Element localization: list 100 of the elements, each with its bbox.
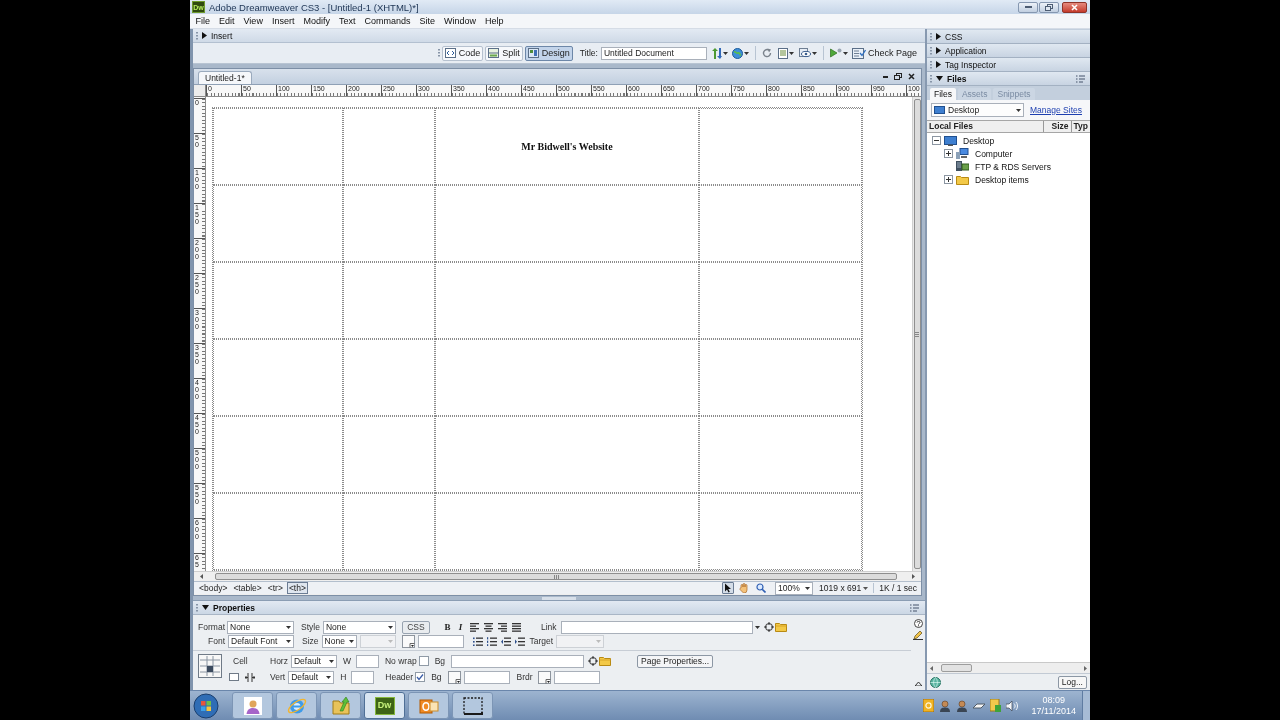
background-color-field[interactable] — [463, 670, 510, 684]
pencil-icon[interactable] — [913, 630, 923, 640]
scrollbar-thumb[interactable] — [215, 573, 897, 580]
outdent-icon[interactable] — [500, 636, 511, 646]
tag-selector-item[interactable]: <body> — [197, 582, 230, 594]
height-field[interactable] — [351, 670, 375, 684]
align-center-icon[interactable] — [483, 622, 493, 632]
toolbar-button[interactable] — [710, 47, 728, 59]
font-dropdown[interactable]: Default Font — [228, 634, 294, 648]
border-color-field[interactable] — [553, 670, 600, 684]
right-triangle-icon[interactable] — [936, 61, 941, 68]
toolbar-button[interactable] — [731, 47, 749, 59]
window-size-dropdown[interactable]: 1019 x 691 — [819, 583, 869, 593]
taskbar-button[interactable] — [452, 692, 493, 719]
square-badge-icon[interactable] — [922, 699, 934, 712]
menu-item[interactable]: Site — [414, 15, 440, 27]
right-triangle-icon[interactable] — [936, 47, 941, 54]
toolbar-button[interactable] — [798, 48, 817, 58]
column-header[interactable]: Size — [1043, 121, 1072, 132]
tag-selector-item[interactable]: <table> — [231, 582, 264, 594]
start-orb-icon[interactable] — [193, 692, 219, 719]
plus-box-icon[interactable] — [944, 149, 953, 158]
toolbar-button[interactable] — [829, 48, 848, 58]
zoom-dropdown[interactable]: 100% — [775, 581, 814, 595]
link-field[interactable] — [560, 620, 753, 634]
maximize-button[interactable] — [1039, 1, 1059, 13]
view-button[interactable]: Split — [485, 45, 523, 61]
menu-item[interactable]: Window — [439, 15, 481, 27]
bulleted-list-icon[interactable] — [472, 636, 483, 646]
up-triangle-icon[interactable] — [914, 682, 922, 686]
minimize-icon[interactable] — [883, 75, 888, 78]
tree-item-label[interactable]: Desktop — [963, 135, 995, 146]
align-right-icon[interactable] — [497, 622, 507, 632]
parallelogram-icon[interactable] — [972, 701, 985, 710]
panel-group-title[interactable]: Tag Inspector — [945, 59, 997, 70]
panel-group-title[interactable]: Application — [945, 45, 987, 56]
down-triangle-icon[interactable] — [936, 76, 943, 81]
speaker-icon[interactable] — [1005, 700, 1018, 711]
horizontal-align-dropdown[interactable]: Default — [290, 654, 337, 668]
manage-sites-link[interactable]: Manage Sites — [1030, 103, 1082, 117]
tool-button[interactable] — [722, 582, 735, 594]
menu-item[interactable]: Modify — [298, 15, 335, 27]
view-button[interactable]: Design — [524, 45, 573, 61]
color-swatch-icon[interactable] — [537, 670, 551, 684]
document-tab[interactable]: Untitled-1* — [198, 71, 252, 84]
check-page-button[interactable]: Check Page — [851, 47, 917, 59]
panel-tab[interactable]: Files — [930, 88, 956, 100]
menu-item[interactable]: Text — [334, 15, 360, 27]
color-field[interactable] — [417, 634, 464, 648]
format-dropdown[interactable]: None — [227, 620, 294, 634]
panel-group-title[interactable]: CSS — [945, 31, 963, 42]
right-arrow-icon[interactable] — [1084, 665, 1087, 671]
color-swatch-icon[interactable] — [401, 634, 415, 648]
size-dropdown[interactable]: None — [321, 634, 357, 648]
crosshair-icon[interactable] — [763, 622, 774, 632]
plus-box-icon[interactable] — [944, 175, 953, 184]
tag-selector-item[interactable]: <th> — [286, 582, 308, 594]
italic-button[interactable]: I — [455, 622, 465, 632]
person-icon[interactable] — [938, 699, 951, 712]
menu-item[interactable]: Edit — [214, 15, 240, 27]
indent-icon[interactable] — [514, 636, 525, 646]
tree-item-label[interactable]: Desktop items — [975, 174, 1029, 185]
scrollbar-thumb[interactable] — [941, 664, 972, 672]
close-button[interactable] — [1062, 1, 1087, 13]
numbered-list-icon[interactable] — [486, 636, 497, 646]
checkbox[interactable] — [415, 672, 426, 682]
align-left-icon[interactable] — [469, 622, 479, 632]
width-field[interactable] — [356, 654, 379, 668]
tree-item-label[interactable]: Computer — [975, 148, 1013, 159]
style-dropdown[interactable]: None — [322, 620, 396, 634]
css-button[interactable]: CSS — [401, 620, 430, 634]
background-image-field[interactable] — [451, 654, 585, 668]
toolbar-button[interactable] — [761, 48, 772, 58]
color-swatch-icon[interactable] — [447, 670, 461, 684]
menu-item[interactable]: Insert — [267, 15, 299, 27]
left-arrow-icon[interactable] — [200, 574, 203, 579]
bold-button[interactable]: B — [442, 622, 452, 632]
person-icon[interactable] — [955, 699, 968, 712]
help-icon[interactable] — [913, 619, 923, 628]
vertical-align-dropdown[interactable]: Default — [288, 670, 335, 684]
column-header[interactable]: Local Files — [927, 121, 1044, 132]
column-header[interactable]: Typ — [1071, 121, 1090, 132]
title-field[interactable]: Untitled Document — [600, 46, 707, 60]
minus-box-icon[interactable] — [932, 136, 941, 145]
right-triangle-icon[interactable] — [202, 32, 207, 39]
view-button[interactable]: Code — [441, 45, 484, 61]
panel-group-title[interactable]: Files — [947, 73, 967, 84]
split-arrows-icon[interactable] — [245, 672, 255, 682]
tag-selector-item[interactable]: <tr> — [265, 582, 285, 594]
restore-icon[interactable] — [894, 73, 902, 80]
left-arrow-icon[interactable] — [930, 665, 933, 671]
checkbox[interactable] — [418, 656, 429, 666]
site-dropdown[interactable]: Desktop — [931, 103, 1024, 117]
log-button[interactable]: Log... — [1057, 675, 1087, 689]
taskbar-button[interactable]: Dw — [364, 692, 405, 719]
right-arrow-icon[interactable] — [912, 574, 915, 579]
menu-item[interactable]: Help — [480, 15, 508, 27]
menu-item[interactable]: Commands — [359, 15, 415, 27]
menu-item[interactable]: View — [239, 15, 268, 27]
toolbar-button[interactable] — [777, 47, 794, 59]
